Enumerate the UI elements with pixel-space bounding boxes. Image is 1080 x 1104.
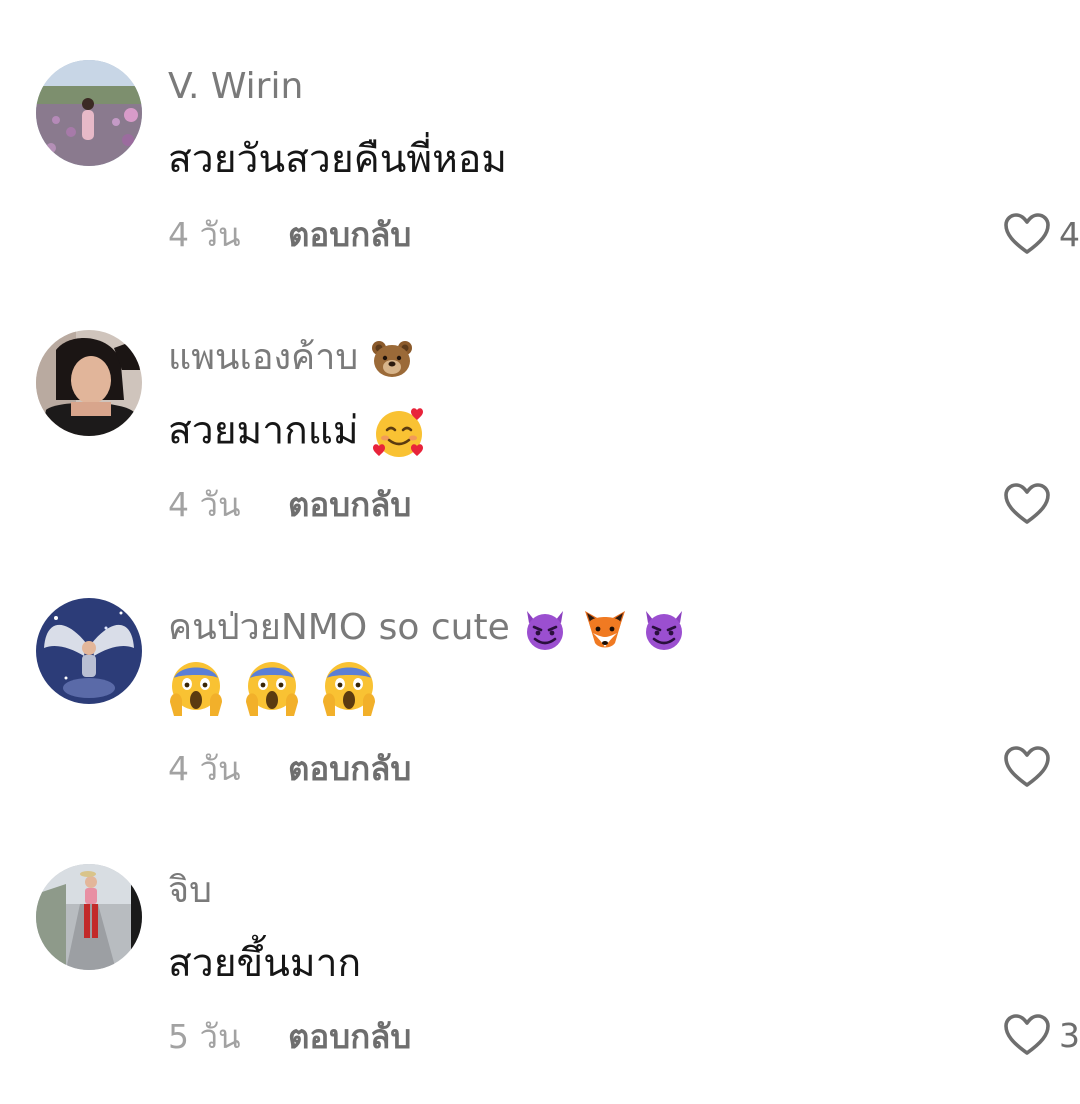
- smiling-face-with-hearts-emoji: [371, 406, 427, 460]
- username-text[interactable]: จิบ: [168, 870, 212, 911]
- comment-text: สวยวันสวยคืนพี่หอม: [168, 137, 507, 182]
- comment-meta: 4 วัน ตอบกลับ: [168, 482, 411, 526]
- avatar[interactable]: [36, 864, 142, 970]
- avatar-photo: [36, 598, 142, 704]
- comment-body: สวยวันสวยคืนพี่หอม: [168, 140, 507, 179]
- comment-item: V. Wirin สวยวันสวยคืนพี่หอม 4 วัน ตอบกลั…: [0, 60, 1080, 300]
- username-text[interactable]: แพนเองค้าบ: [168, 337, 358, 378]
- heart-outline-icon[interactable]: [1003, 745, 1051, 789]
- username-text[interactable]: คนป่วยNMO so cute: [168, 607, 510, 648]
- comment-text: สวยมากแม่: [168, 408, 359, 454]
- avatar-photo: [36, 864, 142, 970]
- comment-username[interactable]: แพนเองค้าบ: [168, 339, 414, 379]
- reply-button[interactable]: ตอบกลับ: [288, 478, 411, 531]
- scream-emoji: [321, 660, 377, 718]
- avatar[interactable]: [36, 598, 142, 704]
- comment-meta: 4 วัน ตอบกลับ: [168, 212, 411, 256]
- bear-emoji: [370, 339, 414, 379]
- like-button[interactable]: [1003, 479, 1080, 529]
- avatar-photo: [36, 60, 142, 166]
- smiling-imp-emoji: [521, 607, 569, 651]
- comment-body: สวยมากแม่: [168, 406, 427, 460]
- comment-time: 4 วัน: [168, 484, 241, 524]
- heart-outline-icon[interactable]: [1003, 212, 1051, 256]
- fox-emoji: [581, 607, 629, 651]
- comment-username[interactable]: จิบ: [168, 873, 212, 909]
- like-count: 3: [1059, 1015, 1080, 1055]
- avatar[interactable]: [36, 330, 142, 436]
- avatar[interactable]: [36, 60, 142, 166]
- like-button[interactable]: [1003, 742, 1080, 792]
- heart-outline-icon[interactable]: [1003, 1013, 1051, 1057]
- comment-item: คนป่วยNMO so cute 4 วัน ตอบกลับ: [0, 598, 1080, 838]
- comment-text: สวยขึ้นมาก: [168, 941, 362, 986]
- smiling-imp-emoji: [640, 607, 688, 651]
- reply-button[interactable]: ตอบกลับ: [288, 208, 411, 261]
- comment-username[interactable]: V. Wirin: [168, 69, 303, 105]
- username-text[interactable]: V. Wirin: [168, 66, 303, 107]
- scream-emoji: [244, 660, 300, 718]
- comment-username[interactable]: คนป่วยNMO so cute: [168, 607, 688, 651]
- scream-emoji: [168, 660, 224, 718]
- comment-body: สวยขึ้นมาก: [168, 944, 361, 983]
- comment-time: 4 วัน: [168, 748, 241, 788]
- comment-time: 5 วัน: [168, 1016, 241, 1056]
- comment-time: 4 วัน: [168, 214, 241, 254]
- comment-item: จิบ สวยขึ้นมาก 5 วัน ตอบกลับ 3: [0, 864, 1080, 1104]
- like-button[interactable]: 4: [1003, 209, 1080, 259]
- comment-meta: 5 วัน ตอบกลับ: [168, 1014, 411, 1058]
- like-button[interactable]: 3: [1003, 1010, 1080, 1060]
- comment-item: แพนเองค้าบ สวยมากแม่ 4 วัน ตอบกลับ: [0, 330, 1080, 570]
- reply-button[interactable]: ตอบกลับ: [288, 742, 411, 795]
- comment-meta: 4 วัน ตอบกลับ: [168, 746, 411, 790]
- reply-button[interactable]: ตอบกลับ: [288, 1010, 411, 1063]
- avatar-photo: [36, 330, 142, 436]
- comment-body: [168, 660, 377, 718]
- like-count: 4: [1059, 214, 1080, 254]
- heart-outline-icon[interactable]: [1003, 482, 1051, 526]
